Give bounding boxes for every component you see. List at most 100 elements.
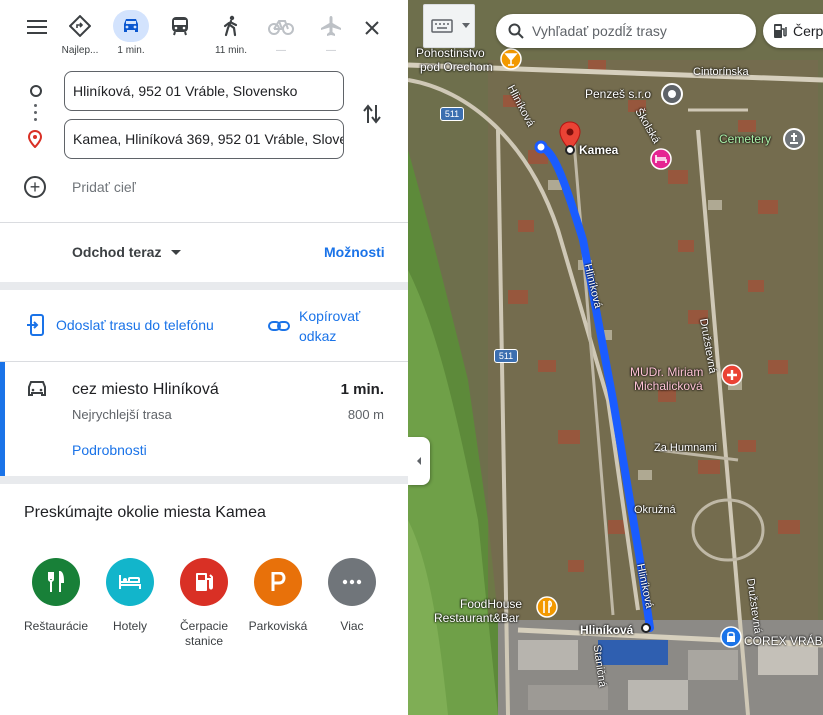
walk-icon bbox=[223, 15, 238, 37]
transit-icon bbox=[172, 17, 188, 36]
swap-icon bbox=[363, 104, 381, 124]
category-restaurants[interactable]: Reštaurácie bbox=[19, 558, 93, 634]
mode-walking[interactable]: 11 min. bbox=[209, 10, 253, 56]
category-label: Parkoviská bbox=[248, 619, 308, 633]
road-shield: 511 bbox=[494, 349, 518, 363]
route-option[interactable]: cez miesto Hliníková 1 min. Nejrychlejší… bbox=[0, 362, 408, 476]
explore-title: Preskúmajte okolie miesta Kamea bbox=[24, 504, 266, 521]
mode-best[interactable]: Najlep... bbox=[58, 10, 102, 56]
divider bbox=[0, 222, 408, 223]
map-label: MUDr. Miriam bbox=[630, 365, 704, 379]
directions-panel: Najlep... 1 min. 11 min. — — Hliníková, … bbox=[0, 0, 408, 715]
search-along-route-input[interactable]: Vyhľadať pozdĺž trasy bbox=[496, 14, 756, 48]
route-details-link[interactable]: Podrobnosti bbox=[72, 442, 147, 458]
gas-station-icon bbox=[180, 558, 228, 606]
send-to-phone-button[interactable]: Odoslať trasu do telefónu bbox=[26, 314, 214, 336]
category-label: Čerpacie stanice bbox=[179, 619, 229, 648]
caret-down-icon bbox=[462, 23, 470, 28]
mode-transit[interactable] bbox=[158, 10, 202, 45]
restaurant-icon bbox=[32, 558, 80, 606]
category-label: Hotely bbox=[112, 619, 147, 633]
selected-route-indicator bbox=[0, 362, 5, 476]
map-label: Restaurant&Bar bbox=[434, 611, 520, 625]
menu-button[interactable] bbox=[22, 14, 52, 40]
cemetery-marker-icon[interactable] bbox=[782, 127, 806, 151]
street-label: Okružná bbox=[634, 504, 676, 516]
map-label: Penzeš s.r.o bbox=[585, 87, 652, 101]
copy-link-label: Kopírovať odkaz bbox=[299, 308, 361, 344]
category-parking[interactable]: Parkoviská bbox=[241, 558, 315, 634]
map-label: Michalicková bbox=[634, 379, 703, 393]
map-label: FoodHouse bbox=[460, 597, 523, 611]
caret-down-icon bbox=[171, 249, 182, 255]
start-circle-icon bbox=[30, 85, 42, 97]
keyboard-icon bbox=[431, 19, 453, 33]
travel-mode-row: Najlep... 1 min. 11 min. — — bbox=[0, 0, 408, 58]
destination-field[interactable]: Kamea, Hliníková 369, 952 01 Vráble, Slo… bbox=[64, 119, 344, 159]
road-shield: 511 bbox=[440, 107, 464, 121]
category-hotels[interactable]: Hotely bbox=[93, 558, 167, 634]
medical-marker-icon[interactable] bbox=[721, 364, 743, 386]
mode-driving[interactable]: 1 min. bbox=[109, 10, 153, 56]
plus-icon: + bbox=[24, 176, 46, 198]
route-distance: 800 m bbox=[347, 407, 384, 422]
mode-best-label: Najlep... bbox=[61, 45, 99, 56]
restaurant-marker-icon[interactable] bbox=[536, 596, 558, 618]
map-label: COREX VRÁB bbox=[744, 634, 823, 648]
bar-marker-icon[interactable] bbox=[500, 48, 522, 70]
map-label-destination: Kamea bbox=[579, 143, 619, 157]
link-icon bbox=[268, 321, 290, 331]
car-icon bbox=[26, 380, 48, 403]
place-marker-icon[interactable] bbox=[660, 82, 684, 106]
mode-flight[interactable]: — bbox=[309, 10, 353, 56]
close-icon bbox=[365, 21, 379, 35]
start-field[interactable]: Hliníková, 952 01 Vráble, Slovensko bbox=[64, 71, 344, 111]
depart-now-label: Odchod teraz bbox=[72, 244, 162, 260]
category-label: Reštaurácie bbox=[23, 619, 89, 633]
car-icon bbox=[124, 19, 138, 32]
depart-now-dropdown[interactable]: Odchod teraz bbox=[72, 244, 182, 260]
map-label: Cemetery bbox=[719, 132, 772, 146]
collapse-panel-button[interactable] bbox=[408, 437, 430, 485]
route-subtitle: Nejrychlejší trasa bbox=[72, 407, 172, 422]
mode-walking-label: 11 min. bbox=[214, 45, 248, 56]
place-dot-icon bbox=[565, 145, 575, 155]
route-dots-icon bbox=[34, 104, 38, 125]
copy-link-button[interactable]: Kopírovať odkaz bbox=[268, 306, 379, 346]
hotel-marker-icon[interactable] bbox=[650, 148, 672, 170]
gas-stations-chip[interactable]: Čerpa bbox=[763, 14, 823, 48]
mode-cycling[interactable]: — bbox=[259, 10, 303, 56]
street-label: Za Humnami bbox=[654, 442, 717, 454]
mode-cycling-label: — bbox=[276, 45, 286, 56]
plane-icon bbox=[321, 16, 341, 36]
route-via: cez miesto Hliníková bbox=[72, 381, 219, 398]
hamburger-icon bbox=[27, 20, 47, 34]
category-more[interactable]: Viac bbox=[315, 558, 389, 634]
add-destination-label: Pridať cieľ bbox=[72, 179, 136, 195]
map-label-start: Hliníková bbox=[580, 623, 634, 637]
send-to-phone-icon bbox=[27, 314, 44, 336]
search-icon bbox=[508, 23, 524, 39]
shop-marker-icon[interactable] bbox=[720, 626, 742, 648]
section-divider bbox=[0, 476, 408, 484]
send-to-phone-label: Odoslať trasu do telefónu bbox=[56, 317, 214, 333]
search-placeholder: Vyhľadať pozdĺž trasy bbox=[532, 23, 667, 39]
maps-app: Najlep... 1 min. 11 min. — — Hliníková, … bbox=[0, 0, 823, 715]
swap-waypoints-button[interactable] bbox=[358, 100, 386, 128]
destination-pin-icon bbox=[27, 129, 43, 153]
add-destination-button[interactable]: + Pridať cieľ bbox=[24, 175, 136, 199]
map-canvas[interactable]: Pohostinstvo pod Orechom Penzeš s.r.o Ce… bbox=[408, 0, 823, 715]
category-label: Viac bbox=[340, 619, 364, 633]
route-time: 1 min. bbox=[340, 381, 384, 398]
parking-icon bbox=[254, 558, 302, 606]
gas-stations-chip-label: Čerpa bbox=[793, 23, 823, 39]
gas-station-icon bbox=[774, 24, 787, 38]
keyboard-input-button[interactable] bbox=[423, 4, 475, 48]
close-directions-button[interactable] bbox=[358, 14, 386, 42]
category-gas-stations[interactable]: Čerpacie stanice bbox=[167, 558, 241, 649]
route-diamond-icon bbox=[69, 15, 91, 37]
chevron-left-icon bbox=[417, 457, 421, 465]
options-button[interactable]: Možnosti bbox=[324, 244, 385, 260]
street-label: Cintorínska bbox=[693, 66, 749, 78]
map-label: Pohostinstvo bbox=[416, 46, 485, 60]
